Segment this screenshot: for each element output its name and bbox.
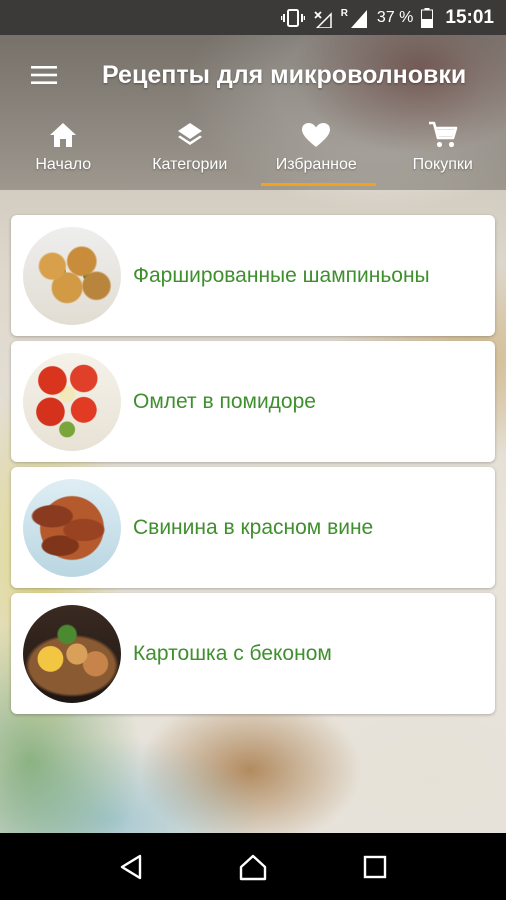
recipe-card[interactable]: Картошка с беконом — [11, 593, 495, 714]
no-signal-icon — [313, 8, 333, 28]
recipe-thumbnail — [23, 604, 121, 703]
tab-favorites-label: Избранное — [275, 156, 357, 173]
cart-icon — [428, 118, 458, 152]
tab-categories-label: Категории — [152, 156, 228, 173]
menu-button[interactable] — [14, 45, 74, 105]
back-icon — [120, 854, 142, 879]
clock: 15:01 — [445, 6, 494, 28]
vibrate-icon — [280, 8, 305, 28]
app-title: Рецепты для микроволновки — [102, 60, 467, 89]
recipe-thumbnail — [23, 226, 121, 325]
battery-percent: 37 % — [376, 8, 414, 26]
recipe-card[interactable]: Свинина в красном вине — [11, 467, 495, 588]
tab-home[interactable]: Начало — [0, 118, 127, 188]
roaming-indicator: R — [340, 7, 348, 19]
tab-bar: Начало Категории Избранное Покупки — [0, 118, 506, 188]
status-bar: R 37 % 15:01 — [0, 0, 506, 35]
tab-home-label: Начало — [35, 156, 92, 173]
tab-favorites[interactable]: Избранное — [253, 118, 380, 188]
tab-shopping[interactable]: Покупки — [380, 118, 506, 188]
layers-icon — [176, 118, 204, 152]
home-button[interactable] — [228, 842, 278, 892]
heart-icon — [301, 118, 331, 152]
recipe-title: Свинина в красном вине — [133, 515, 374, 539]
system-nav-bar — [0, 833, 506, 900]
recents-button[interactable] — [350, 842, 400, 892]
favorites-list: Фаршированные шампиньоны Омлет в помидор… — [11, 215, 495, 719]
tab-categories[interactable]: Категории — [127, 118, 254, 188]
recents-icon — [363, 855, 387, 878]
recipe-thumbnail — [23, 478, 121, 577]
home-outline-icon — [239, 854, 267, 880]
tab-shopping-label: Покупки — [412, 156, 473, 173]
recipe-card[interactable]: Омлет в помидоре — [11, 341, 495, 462]
recipe-card[interactable]: Фаршированные шампиньоны — [11, 215, 495, 336]
recipe-title: Фаршированные шампиньоны — [133, 263, 430, 287]
recipe-title: Омлет в помидоре — [133, 389, 316, 413]
hamburger-icon — [31, 66, 57, 84]
signal-icon: R — [341, 8, 369, 28]
recipe-title: Картошка с беконом — [133, 641, 332, 665]
battery-icon — [421, 7, 434, 28]
home-icon — [49, 118, 77, 152]
app-bar: Рецепты для микроволновки — [0, 35, 506, 115]
recipe-thumbnail — [23, 352, 121, 451]
back-button[interactable] — [106, 842, 156, 892]
